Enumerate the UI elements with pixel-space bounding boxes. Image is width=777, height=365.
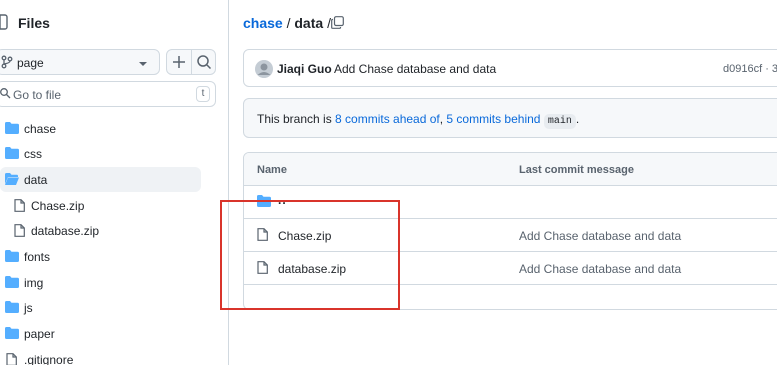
tree-item-js[interactable]: js xyxy=(0,295,229,320)
commits-behind-link[interactable]: 5 commits behind xyxy=(446,112,540,126)
plus-icon xyxy=(173,56,185,68)
chevron-down-icon xyxy=(139,57,147,71)
folder-icon xyxy=(5,276,19,291)
tree-item-label: fonts xyxy=(24,250,51,264)
breadcrumb-repo-link[interactable]: chase xyxy=(243,15,283,31)
commit-message[interactable]: Add Chase database and data xyxy=(334,62,496,76)
tree-item-database-zip[interactable]: database.zip xyxy=(0,218,229,243)
breadcrumb: chase / data / xyxy=(243,15,331,31)
tree-item-label: data xyxy=(24,173,48,187)
folder-icon xyxy=(5,147,19,162)
tree-item-label: paper xyxy=(24,327,55,341)
avatar[interactable] xyxy=(255,60,273,78)
commit-sha[interactable]: d0916cf · 3 xyxy=(723,63,777,75)
branch-status-text: This branch is 8 commits ahead of, 5 com… xyxy=(257,112,580,129)
sidebar-header: Files xyxy=(0,10,229,36)
tree-item-img[interactable]: img xyxy=(0,270,229,295)
folder-icon xyxy=(5,301,19,316)
tree-item-chase[interactable]: chase xyxy=(0,116,229,141)
folder-icon xyxy=(5,327,19,342)
tree-item-label: js xyxy=(24,301,33,315)
file-icon xyxy=(14,199,25,215)
tree-item-label: .gitignore xyxy=(24,353,74,365)
tree-item-css[interactable]: css xyxy=(0,141,229,166)
file-icon xyxy=(6,353,17,365)
sidebar-title: Files xyxy=(18,15,50,31)
file-commit-message[interactable]: Add Chase database and data xyxy=(519,229,681,243)
file-commit-message[interactable]: Add Chase database and data xyxy=(519,262,681,276)
base-branch-badge: main xyxy=(543,114,576,129)
column-header-name: Name xyxy=(257,164,287,176)
keyboard-shortcut: t xyxy=(196,86,210,102)
tree-item-fonts[interactable]: fonts xyxy=(0,244,229,269)
tree-item-label: chase xyxy=(24,122,57,136)
sidebar-toggle-icon[interactable] xyxy=(0,13,8,31)
branch-status-prefix: This branch is xyxy=(257,112,336,126)
branch-status-banner: This branch is 8 commits ahead of, 5 com… xyxy=(243,98,777,138)
search-icon xyxy=(197,55,212,70)
folder-open-icon xyxy=(5,173,19,188)
tree-item-label: database.zip xyxy=(31,224,100,238)
commits-ahead-link[interactable]: 8 commits ahead of xyxy=(335,112,440,126)
folder-icon xyxy=(5,122,19,137)
go-to-file-input[interactable]: Go to file t xyxy=(0,81,216,107)
main-content: chase / data / Jiaqi Guo Add Chase datab… xyxy=(230,0,777,365)
file-icon xyxy=(14,224,25,240)
tree-item-gitignore[interactable]: .gitignore xyxy=(0,347,229,365)
folder-icon xyxy=(5,250,19,265)
branch-status-suffix: . xyxy=(575,112,580,126)
search-icon xyxy=(0,88,11,102)
tree-item-label: css xyxy=(24,147,42,161)
add-file-button[interactable] xyxy=(167,50,191,74)
column-header-commit-message: Last commit message xyxy=(519,164,634,176)
branch-name: page xyxy=(17,56,44,70)
copy-path-icon[interactable] xyxy=(331,16,344,32)
go-to-file-placeholder: Go to file xyxy=(13,88,62,102)
breadcrumb-separator: / xyxy=(286,15,291,31)
commit-author[interactable]: Jiaqi Guo xyxy=(277,62,332,76)
tree-item-chase-zip[interactable]: Chase.zip xyxy=(0,193,229,218)
breadcrumb-current-folder: data xyxy=(294,15,324,31)
table-header: Name Last commit message xyxy=(244,153,777,186)
latest-commit-bar: Jiaqi Guo Add Chase database and data d0… xyxy=(243,49,777,87)
file-tree-sidebar: Files page Go to file t chase css data C… xyxy=(0,0,229,365)
tree-item-data[interactable]: data xyxy=(0,167,201,192)
search-button[interactable] xyxy=(192,50,216,74)
tree-item-label: img xyxy=(24,276,44,290)
git-branch-icon xyxy=(1,55,13,72)
annotation-highlight-box xyxy=(220,200,400,310)
tree-item-label: Chase.zip xyxy=(31,199,85,213)
tree-item-paper[interactable]: paper xyxy=(0,321,229,346)
sidebar-actions xyxy=(166,49,216,75)
branch-selector[interactable]: page xyxy=(0,49,160,75)
